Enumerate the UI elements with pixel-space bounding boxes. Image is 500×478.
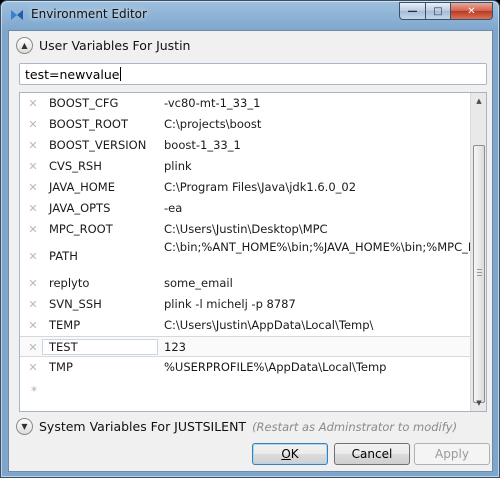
- variable-value[interactable]: plink -l michelj -p 8787: [164, 297, 464, 312]
- chevron-down-icon[interactable]: ▼: [16, 418, 33, 435]
- chevron-up-icon[interactable]: ▲: [16, 37, 33, 54]
- variable-edit-text: test=newvalue: [25, 67, 120, 82]
- delete-variable-icon[interactable]: ✕: [28, 319, 38, 332]
- delete-variable-icon[interactable]: ✕: [28, 118, 38, 131]
- delete-variable-icon[interactable]: ✕: [28, 139, 38, 152]
- variable-value[interactable]: 123: [164, 340, 464, 355]
- variable-row[interactable]: ✕ MPC_ROOT C:\Users\Justin\Desktop\MPC: [20, 219, 471, 240]
- variable-edit-input[interactable]: test=newvalue: [19, 63, 487, 85]
- cancel-button[interactable]: Cancel: [334, 443, 410, 465]
- close-button[interactable]: ✕: [450, 2, 493, 20]
- variable-value[interactable]: C:\projects\boost: [164, 117, 464, 132]
- delete-variable-icon[interactable]: ✕: [28, 361, 38, 374]
- variable-value[interactable]: %USERPROFILE%\AppData\Local\Temp: [164, 360, 464, 375]
- apply-button[interactable]: Apply: [414, 443, 490, 465]
- variable-value[interactable]: plink: [164, 159, 464, 174]
- ok-rest: K: [290, 447, 299, 461]
- delete-variable-icon[interactable]: ✕: [28, 277, 38, 290]
- delete-variable-icon[interactable]: ✕: [28, 181, 38, 194]
- app-icon: [11, 10, 23, 20]
- variable-row[interactable]: ✕ PATH C:\bin;%ANT_HOME%\bin;%JAVA_HOME%\b…: [20, 240, 486, 273]
- scroll-down-icon[interactable]: ▼: [471, 395, 486, 411]
- variable-name[interactable]: replyto: [49, 276, 89, 290]
- variable-row[interactable]: ✕ TMP %USERPROFILE%\AppData\Local\Temp: [20, 357, 471, 378]
- variable-name[interactable]: TMP: [49, 360, 73, 374]
- grip-line: [477, 272, 482, 273]
- variable-name[interactable]: MPC_ROOT: [49, 222, 113, 236]
- variable-name[interactable]: JAVA_OPTS: [49, 201, 110, 215]
- variable-value[interactable]: some_email: [164, 276, 464, 291]
- system-variables-header: ▼ System Variables For JUSTSILENT (Resta…: [16, 418, 457, 435]
- user-variables-header: ▲ User Variables For Justin: [16, 37, 190, 54]
- variable-row[interactable]: ✕ replyto some_email: [20, 273, 471, 294]
- variable-row[interactable]: ✕ TEST 123: [20, 336, 471, 357]
- client-area: ▲ User Variables For Justin test=newvalu…: [8, 30, 493, 472]
- variable-value[interactable]: C:\bin;%ANT_HOME%\bin;%JAVA_HOME%\bin;%M…: [164, 240, 486, 255]
- minimize-button[interactable]: —: [399, 2, 425, 20]
- vertical-scrollbar[interactable]: ▲ ▼: [470, 93, 486, 411]
- variable-name[interactable]: CVS_RSH: [49, 159, 102, 173]
- variable-value[interactable]: C:\Users\Justin\AppData\Local\Temp\: [164, 318, 464, 333]
- variable-row[interactable]: ✕ BOOST_CFG -vc80-mt-1_33_1: [20, 93, 471, 114]
- environment-editor-window: Environment Editor — □ ✕ ▲ User Variable…: [0, 0, 500, 478]
- variable-value[interactable]: -vc80-mt-1_33_1: [164, 96, 464, 111]
- variable-value[interactable]: -ea: [164, 201, 464, 216]
- variable-value[interactable]: C:\Program Files\Java\jdk1.6.0_02: [164, 180, 464, 195]
- delete-variable-icon[interactable]: ✕: [28, 160, 38, 173]
- title-bar[interactable]: Environment Editor — □ ✕: [1, 1, 499, 29]
- variable-value[interactable]: boost-1_33_1: [164, 138, 464, 153]
- window-title: Environment Editor: [31, 7, 147, 21]
- variable-name[interactable]: TEST: [49, 340, 78, 354]
- new-row-marker[interactable]: *: [31, 384, 37, 398]
- scroll-up-icon[interactable]: ▲: [471, 93, 486, 109]
- grip-line: [477, 269, 482, 270]
- variable-name[interactable]: JAVA_HOME: [49, 180, 115, 194]
- ok-button[interactable]: OK: [252, 443, 328, 465]
- variable-name[interactable]: BOOST_VERSION: [49, 138, 146, 152]
- text-caret: [120, 67, 122, 81]
- variables-grid[interactable]: ✕ BOOST_CFG -vc80-mt-1_33_1 ✕ BOOST_ROOT C:\p…: [19, 92, 487, 412]
- variable-name[interactable]: TEMP: [49, 318, 80, 332]
- variable-row[interactable]: ✕ TEMP C:\Users\Justin\AppData\Local\Temp\: [20, 315, 471, 336]
- variable-row[interactable]: ✕ BOOST_VERSION boost-1_33_1: [20, 135, 471, 156]
- system-variables-title: System Variables For JUSTSILENT: [39, 419, 247, 434]
- caption-buttons: — □ ✕: [399, 2, 493, 20]
- delete-variable-icon[interactable]: ✕: [28, 298, 38, 311]
- user-variables-title: User Variables For Justin: [39, 38, 191, 53]
- system-variables-hint: (Restart as Adminstrator to modify): [252, 419, 458, 434]
- variable-name[interactable]: BOOST_CFG: [49, 96, 118, 110]
- delete-variable-icon[interactable]: ✕: [28, 202, 38, 215]
- variable-name[interactable]: SVN_SSH: [49, 297, 102, 311]
- variable-name[interactable]: BOOST_ROOT: [49, 117, 128, 131]
- scroll-thumb[interactable]: [473, 145, 485, 403]
- delete-variable-icon[interactable]: ✕: [28, 97, 38, 110]
- delete-variable-icon[interactable]: ✕: [28, 223, 38, 236]
- variable-name[interactable]: PATH: [49, 249, 78, 263]
- variable-row[interactable]: ✕ JAVA_OPTS -ea: [20, 198, 471, 219]
- delete-variable-icon[interactable]: ✕: [28, 341, 38, 354]
- variable-value[interactable]: C:\Users\Justin\Desktop\MPC: [164, 222, 464, 237]
- variable-row[interactable]: ✕ BOOST_ROOT C:\projects\boost: [20, 114, 471, 135]
- variable-row[interactable]: ✕ SVN_SSH plink -l michelj -p 8787: [20, 294, 471, 315]
- ok-mnemonic: O: [281, 447, 291, 461]
- delete-variable-icon[interactable]: ✕: [28, 250, 38, 263]
- maximize-button[interactable]: □: [425, 2, 450, 20]
- variable-row[interactable]: ✕ JAVA_HOME C:\Program Files\Java\jdk1.6.0…: [20, 177, 471, 198]
- grip-line: [477, 275, 482, 276]
- variable-row[interactable]: ✕ CVS_RSH plink: [20, 156, 471, 177]
- ok-button-label: OK: [281, 447, 298, 461]
